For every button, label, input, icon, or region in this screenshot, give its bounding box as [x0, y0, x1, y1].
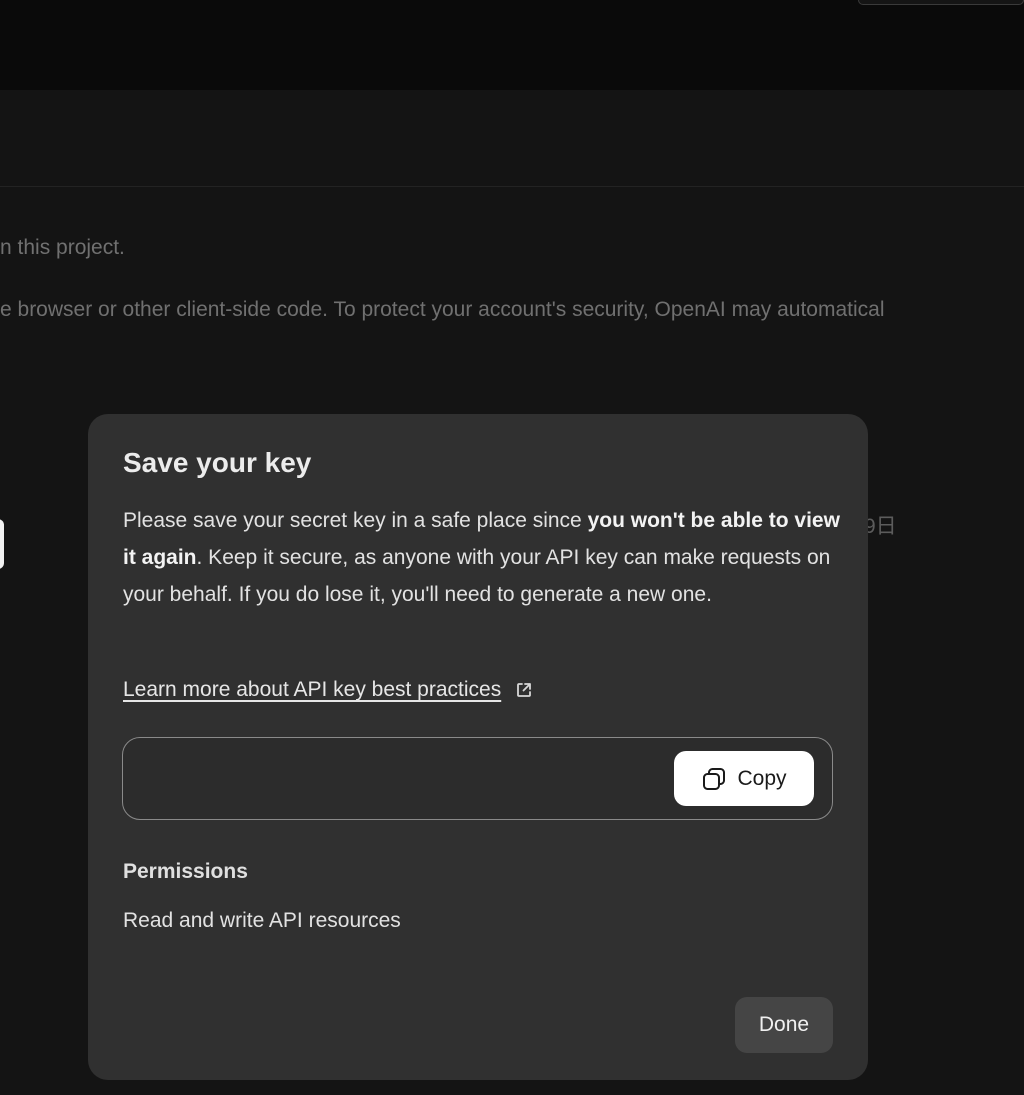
- copy-button-label: Copy: [737, 766, 787, 790]
- permissions-heading: Permissions: [123, 860, 248, 883]
- copy-icon: [703, 767, 726, 790]
- done-button-label: Done: [758, 1013, 810, 1036]
- secret-key-field[interactable]: Copy: [122, 737, 833, 820]
- background-project-text: n this project.: [0, 236, 125, 259]
- page-subheader: [0, 90, 1024, 187]
- external-link-icon: [517, 683, 532, 697]
- top-right-control[interactable]: [858, 0, 1024, 5]
- background-security-warning: e browser or other client-side code. To …: [0, 298, 885, 321]
- description-text-1: Please save your secret key in a safe pl…: [123, 509, 588, 532]
- background-date-fragment: 9日: [864, 515, 897, 538]
- learn-more-link-label: Learn more about API key best practices: [123, 678, 502, 701]
- done-button[interactable]: Done: [735, 997, 833, 1053]
- background-left-button-edge: [0, 519, 4, 569]
- save-key-dialog: Save your key Please save your secret ke…: [88, 414, 868, 1080]
- dialog-title: Save your key: [123, 447, 312, 478]
- permissions-value: Read and write API resources: [123, 909, 401, 932]
- description-text-2: . Keep it secure, as anyone with your AP…: [123, 546, 831, 606]
- top-bar: [0, 0, 1024, 90]
- copy-button[interactable]: Copy: [674, 751, 814, 806]
- dialog-description: Please save your secret key in a safe pl…: [123, 502, 843, 613]
- learn-more-link[interactable]: Learn more about API key best practices: [123, 678, 533, 702]
